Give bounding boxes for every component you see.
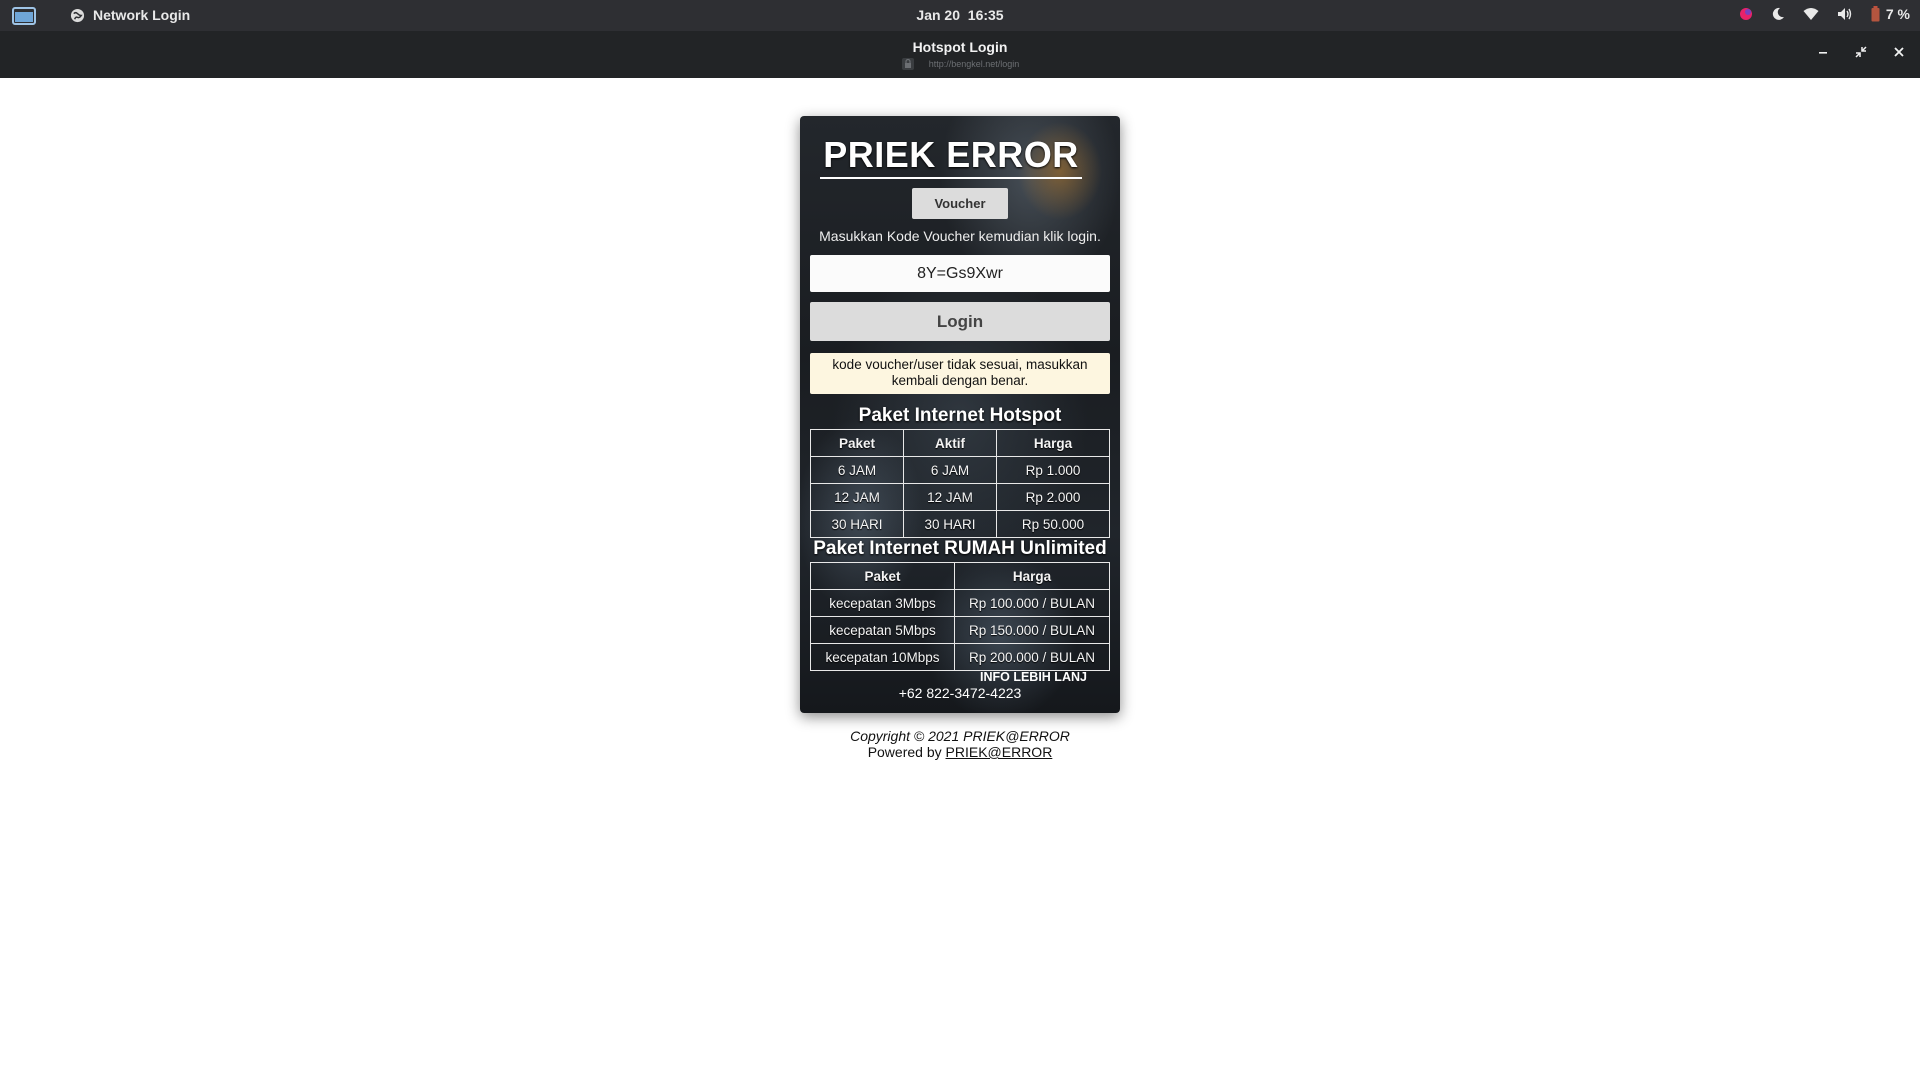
table-cell: kecepatan 3Mbps xyxy=(810,589,955,617)
column-header: Harga xyxy=(996,429,1110,457)
window-url: http://bengkel.net/login xyxy=(928,59,1020,69)
clock-button[interactable]: Jan 20 16:35 xyxy=(916,7,1003,23)
battery-indicator[interactable]: 7 % xyxy=(1871,6,1910,22)
close-icon xyxy=(1894,47,1904,57)
table-row: 12 JAM 12 JAM Rp 2.000 xyxy=(810,483,1110,511)
table-cell: Rp 200.000 / BULAN xyxy=(954,643,1110,671)
restore-icon xyxy=(1855,46,1867,58)
brand-title: PRIEK ERROR xyxy=(820,134,1082,179)
table-cell: 30 HARI xyxy=(903,510,997,538)
voucher-input[interactable] xyxy=(810,255,1110,292)
network-globe-icon xyxy=(70,8,85,23)
battery-icon xyxy=(1871,6,1880,22)
column-header: Aktif xyxy=(903,429,997,457)
restore-button[interactable] xyxy=(1852,43,1870,61)
hotspot-packages-table: Paket Aktif Harga 6 JAM 6 JAM Rp 1.000 1… xyxy=(810,429,1110,538)
contact-phone: +62 822-3472-4223 xyxy=(898,685,1022,701)
login-card: PRIEK ERROR Voucher Masukkan Kode Vouche… xyxy=(800,116,1120,713)
table-cell: 12 JAM xyxy=(903,483,997,511)
table-row: 6 JAM 6 JAM Rp 1.000 xyxy=(810,456,1110,484)
table-row: 30 HARI 30 HARI Rp 50.000 xyxy=(810,510,1110,538)
date-label: Jan 20 xyxy=(916,7,960,23)
app-grid-icon[interactable] xyxy=(12,7,36,25)
hotspot-packages-title: Paket Internet Hotspot xyxy=(858,405,1062,426)
table-cell: 12 JAM xyxy=(810,483,904,511)
table-cell: kecepatan 5Mbps xyxy=(810,616,955,644)
copyright-text: Copyright © 2021 PRIEK@ERROR xyxy=(850,728,1070,744)
info-label: INFO LEBIH LANJ xyxy=(980,670,1087,684)
table-row: kecepatan 5Mbps Rp 150.000 / BULAN xyxy=(810,616,1110,644)
system-tray[interactable]: 7 % xyxy=(1739,6,1910,22)
table-cell: 6 JAM xyxy=(810,456,904,484)
window-title-bar: Hotspot Login http://bengkel.net/login xyxy=(0,31,1920,78)
table-cell: Rp 100.000 / BULAN xyxy=(954,589,1110,617)
table-cell: Rp 150.000 / BULAN xyxy=(954,616,1110,644)
night-light-icon[interactable] xyxy=(1771,7,1785,21)
column-header: Paket xyxy=(810,562,955,590)
app-name-label: Network Login xyxy=(93,7,191,23)
table-row: kecepatan 3Mbps Rp 100.000 / BULAN xyxy=(810,589,1110,617)
close-button[interactable] xyxy=(1890,43,1908,61)
table-cell: 30 HARI xyxy=(810,510,904,538)
powered-by-label: Powered by xyxy=(867,744,946,760)
table-header-row: Paket Aktif Harga xyxy=(810,429,1110,457)
voucher-tab[interactable]: Voucher xyxy=(912,188,1008,219)
powered-by: Powered by PRIEK@ERROR xyxy=(0,744,1920,760)
powered-by-link[interactable]: PRIEK@ERROR xyxy=(946,744,1053,760)
page-footer: Copyright © 2021 PRIEK@ERROR Powered by … xyxy=(0,728,1920,760)
minimize-button[interactable] xyxy=(1814,43,1832,61)
battery-percent: 7 % xyxy=(1885,6,1910,22)
minimize-icon xyxy=(1819,52,1827,54)
home-packages-title: Paket Internet RUMAH Unlimited xyxy=(813,538,1107,559)
wifi-icon[interactable] xyxy=(1803,7,1819,21)
table-cell: kecepatan 10Mbps xyxy=(810,643,955,671)
volume-icon[interactable] xyxy=(1837,7,1853,21)
table-cell: Rp 1.000 xyxy=(996,456,1110,484)
column-header: Paket xyxy=(810,429,904,457)
window-title: Hotspot Login xyxy=(912,39,1008,55)
lock-icon[interactable] xyxy=(901,57,915,71)
color-app-icon[interactable] xyxy=(1739,7,1753,21)
voucher-hint: Masukkan Kode Voucher kemudian klik logi… xyxy=(819,228,1101,244)
table-cell: Rp 50.000 xyxy=(996,510,1110,538)
login-button[interactable]: Login xyxy=(810,302,1110,341)
home-packages-table: Paket Harga kecepatan 3Mbps Rp 100.000 /… xyxy=(810,562,1110,671)
table-row: kecepatan 10Mbps Rp 200.000 / BULAN xyxy=(810,643,1110,671)
table-cell: Rp 2.000 xyxy=(996,483,1110,511)
error-message: kode voucher/user tidak sesuai, masukkan… xyxy=(810,353,1110,394)
system-top-bar: Network Login Jan 20 16:35 7 % xyxy=(0,0,1920,31)
active-app-menu[interactable]: Network Login xyxy=(70,7,190,23)
column-header: Harga xyxy=(954,562,1110,590)
table-header-row: Paket Harga xyxy=(810,562,1110,590)
table-cell: 6 JAM xyxy=(903,456,997,484)
time-label: 16:35 xyxy=(967,7,1004,23)
